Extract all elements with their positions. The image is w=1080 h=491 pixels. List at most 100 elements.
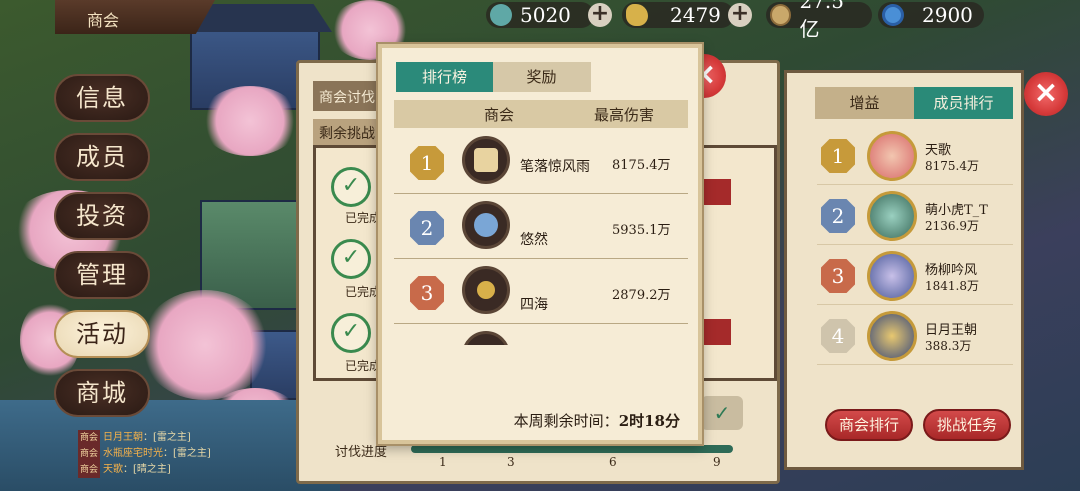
rank-badge: 4: [821, 319, 855, 353]
check-icon: ✓: [331, 313, 371, 353]
rank-badge: 2: [410, 211, 444, 245]
column-guild: 商会: [484, 106, 515, 124]
member-row[interactable]: 2 萌小虎T_T 2136.9万: [817, 185, 1013, 245]
chat-text: [雷之主]: [153, 432, 191, 443]
check-icon: ✓: [331, 239, 371, 279]
week-remaining-time: 本周剩余时间：2时18分: [514, 410, 680, 431]
ranking-row[interactable]: 2 悠然 5935.1万: [394, 195, 688, 259]
menu-manage-button[interactable]: 管理: [54, 251, 150, 299]
menu-label: 商城: [76, 379, 128, 407]
scroll-emblem-icon: [462, 136, 510, 184]
ranking-row[interactable]: 1 笔落惊风雨 8175.4万: [394, 130, 688, 194]
chat-tag: 商会: [78, 430, 101, 446]
currency-pill: 2479: [622, 2, 734, 28]
add-gold-button[interactable]: +: [728, 3, 752, 27]
member-avatar: [867, 251, 917, 301]
member-name: 天歌: [925, 143, 952, 158]
menu-members-button[interactable]: 成员: [54, 133, 150, 181]
done-label: 已完成: [345, 285, 382, 299]
ranking-row[interactable]: 3 四海 2879.2万: [394, 260, 688, 324]
chat-sender: 水瓶座宅时光: [103, 448, 164, 459]
currency-gem: 2900: [878, 2, 984, 28]
tab-rewards[interactable]: 奖励: [493, 62, 590, 92]
red-tab-stub: [701, 319, 731, 345]
remaining-time-value: 2时18分: [618, 412, 680, 430]
emblem-fill: [474, 148, 498, 172]
rank-badge: 2: [821, 199, 855, 233]
currency-coin: 27.5亿: [766, 0, 872, 41]
remaining-time-label: 本周剩余时间：: [513, 412, 619, 430]
menu-activity-button[interactable]: 活动: [54, 310, 150, 358]
done-label: 已完成: [345, 359, 382, 373]
chat-tag: 商会: [78, 446, 101, 462]
currency-pill: 2900: [878, 2, 984, 28]
menu-invest-button[interactable]: 投资: [54, 192, 150, 240]
member-row[interactable]: 4 日月王朝 388.3万: [817, 305, 1013, 365]
tab-buff[interactable]: 增益: [815, 87, 914, 119]
member-avatar: [867, 311, 917, 361]
member-row[interactable]: 1 天歌 8175.4万: [817, 125, 1013, 185]
close-panel-button[interactable]: ×: [1024, 72, 1068, 116]
guild-chat-log[interactable]: 商会 日月王朝：[雷之主] 商会 水瓶座宅时光：[雷之主] 商会 天歌：[晴之主]: [78, 430, 211, 478]
tab-leaderboard[interactable]: 排行榜: [396, 62, 493, 92]
member-damage: 8175.4万: [925, 159, 979, 173]
currency-value: 27.5亿: [799, 0, 844, 41]
menu-shop-button[interactable]: 商城: [54, 369, 150, 417]
challenge-task-button[interactable]: 挑战任务: [923, 409, 1011, 441]
currency-pill: 5020: [486, 2, 594, 28]
add-jade-button[interactable]: +: [588, 3, 612, 27]
member-damage: 2136.9万: [925, 219, 979, 233]
handshake-emblem-icon: [462, 201, 510, 249]
chat-tag: 商会: [78, 462, 101, 478]
rank-badge: 3: [821, 259, 855, 293]
guild-damage: 5935.1万: [612, 223, 671, 238]
coin-icon: [770, 4, 792, 26]
member-ranking-panel: 增益 成员排行 1 天歌 8175.4万 2 萌小虎T_T 2136.9万 3 …: [784, 70, 1024, 470]
currency-value: 2479: [670, 3, 721, 27]
member-name: 萌小虎T_T: [925, 203, 988, 218]
member-damage: 1841.8万: [925, 279, 979, 293]
check-icon: ✓: [331, 167, 371, 207]
guild-title-label: 商会: [87, 11, 120, 30]
emblem-fill: [474, 278, 498, 302]
guild-name: 悠然: [520, 232, 548, 248]
chat-line: 商会 日月王朝：[雷之主]: [78, 430, 211, 446]
guild-ranking-button[interactable]: 商会排行: [825, 409, 913, 441]
guild-title-tab[interactable]: 商会: [55, 0, 215, 34]
tab-member-ranking[interactable]: 成员排行: [914, 87, 1013, 119]
currency-value: 5020: [520, 3, 571, 27]
ranking-row-partial[interactable]: [394, 325, 688, 345]
emblem-icon: [462, 331, 510, 345]
remaining-label: 剩余挑战: [319, 126, 375, 142]
gold-ingot-icon: [626, 4, 648, 26]
menu-label: 成员: [76, 143, 128, 171]
guild-name: 四海: [520, 297, 548, 313]
menu-info-button[interactable]: 信息: [54, 74, 150, 122]
progress-node: 3: [507, 455, 515, 469]
member-panel-tabs: 增益 成员排行: [815, 87, 1013, 119]
member-avatar: [867, 131, 917, 181]
currency-gold: 2479 +: [622, 2, 752, 28]
rank-badge: 1: [410, 146, 444, 180]
member-row[interactable]: 3 杨柳吟风 1841.8万: [817, 245, 1013, 305]
chat-sender: 日月王朝: [103, 432, 144, 443]
chat-line: 商会 水瓶座宅时光：[雷之主]: [78, 446, 211, 462]
chat-sender: 天歌: [103, 464, 124, 475]
rank-badge: 3: [410, 276, 444, 310]
chat-line: 商会 天歌：[晴之主]: [78, 462, 211, 478]
red-tab-stub: [701, 179, 731, 205]
rank-badge: 1: [821, 139, 855, 173]
gem-icon: [882, 4, 904, 26]
progress-node: 1: [439, 455, 447, 469]
progress-node: 9: [713, 455, 721, 469]
modal-tabs: 排行榜 奖励: [396, 62, 591, 92]
claimed-check-icon: ✓: [701, 396, 743, 430]
blossom-tree: [200, 86, 300, 156]
menu-label: 管理: [76, 261, 128, 289]
member-name: 日月王朝: [925, 323, 978, 338]
menu-label: 信息: [76, 84, 128, 112]
member-damage: 388.3万: [925, 339, 972, 353]
currency-pill: 27.5亿: [766, 0, 872, 41]
jade-icon: [490, 4, 512, 26]
raid-progress-bar: [411, 445, 733, 453]
